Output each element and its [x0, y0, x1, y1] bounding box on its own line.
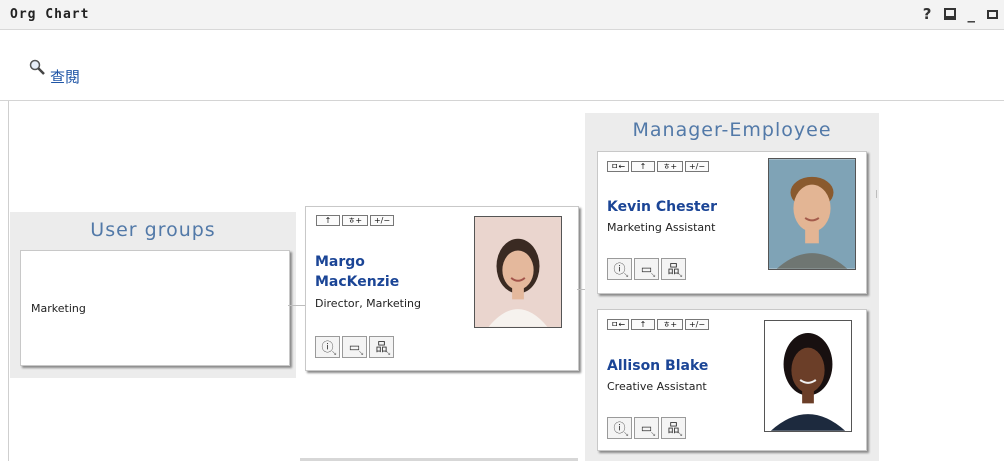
user-groups-title: User groups — [90, 219, 216, 241]
org-icon[interactable]: 品 ↘ — [369, 336, 394, 358]
maximize-icon[interactable] — [987, 9, 998, 19]
info-icon[interactable]: ⓘ ↘ — [315, 336, 340, 358]
expand-collapse-button[interactable]: +/− — [685, 161, 709, 172]
focus-mini-toolbar: ↑ ㅎ+ +/− — [316, 215, 394, 226]
show-manager-button[interactable]: ↑ — [631, 161, 655, 172]
minimize-icon[interactable]: _ — [968, 5, 976, 23]
focus-person-name-first[interactable]: Margo — [315, 252, 365, 272]
org-icon[interactable]: 品 ↘ — [661, 417, 686, 439]
user-group-card[interactable]: Marketing — [20, 250, 290, 366]
employee-title: Creative Assistant — [607, 380, 707, 393]
show-as-focus-button[interactable]: ㅁ← — [607, 319, 629, 330]
magnifier-icon[interactable] — [28, 58, 46, 76]
show-reports-button[interactable]: ㅎ+ — [657, 319, 683, 330]
expand-collapse-button[interactable]: +/− — [685, 319, 709, 330]
manager-employee-panel: Manager-Employee ㅁ← ↑ ㅎ+ +/− Kevin Chest… — [585, 113, 879, 461]
employee-card[interactable]: ㅁ← ↑ ㅎ+ +/− Allison Blake Creative Assis… — [597, 309, 867, 451]
employee-mini-toolbar: ㅁ← ↑ ㅎ+ +/− — [607, 319, 709, 330]
show-manager-button[interactable]: ↑ — [316, 215, 340, 226]
focus-person-card[interactable]: ↑ ㅎ+ +/− Margo MacKenzie Director, Marke… — [305, 206, 579, 371]
show-reports-button[interactable]: ㅎ+ — [657, 161, 683, 172]
focus-person-title: Director, Marketing — [315, 297, 422, 310]
expand-collapse-button[interactable]: +/− — [370, 215, 394, 226]
email-icon[interactable]: ▭ ↘ — [634, 417, 659, 439]
employee-name[interactable]: Kevin Chester — [607, 197, 717, 217]
focus-person-photo — [474, 216, 562, 328]
info-icon[interactable]: ⓘ ↘ — [607, 417, 632, 439]
window-title-bar: Org Chart ? _ — [0, 0, 1004, 30]
email-icon[interactable]: ▭ ↘ — [634, 258, 659, 280]
connector-line — [876, 190, 877, 198]
show-reports-button[interactable]: ㅎ+ — [342, 215, 368, 226]
show-manager-button[interactable]: ↑ — [631, 319, 655, 330]
employee-actions: ⓘ ↘ ▭ ↘ 品 ↘ — [607, 258, 686, 280]
employee-mini-toolbar: ㅁ← ↑ ㅎ+ +/− — [607, 161, 709, 172]
employee-card[interactable]: ㅁ← ↑ ㅎ+ +/− Kevin Chester Marketing Assi… — [597, 151, 867, 294]
window-title: Org Chart — [10, 7, 90, 22]
left-border — [8, 101, 9, 461]
divider — [0, 100, 1004, 101]
employee-title: Marketing Assistant — [607, 221, 716, 234]
employee-photo — [764, 320, 852, 432]
employee-photo — [768, 158, 856, 270]
focus-actions: ⓘ ↘ ▭ ↘ 品 ↘ — [315, 336, 394, 358]
user-group-item[interactable]: Marketing — [31, 302, 86, 315]
lookup-link[interactable]: 查閱 — [50, 66, 80, 87]
printer-icon[interactable] — [943, 8, 956, 20]
employee-actions: ⓘ ↘ ▭ ↘ 品 ↘ — [607, 417, 686, 439]
info-icon[interactable]: ⓘ ↘ — [607, 258, 632, 280]
manager-employee-title: Manager-Employee — [632, 119, 832, 141]
focus-person-name-last[interactable]: MacKenzie — [315, 272, 399, 292]
connector-line — [288, 305, 306, 306]
help-icon[interactable]: ? — [923, 5, 932, 23]
user-groups-panel: User groups Marketing — [10, 212, 296, 378]
show-as-focus-button[interactable]: ㅁ← — [607, 161, 629, 172]
window-controls: ? _ — [923, 5, 998, 23]
org-icon[interactable]: 品 ↘ — [661, 258, 686, 280]
email-icon[interactable]: ▭ ↘ — [342, 336, 367, 358]
employee-name[interactable]: Allison Blake — [607, 356, 708, 376]
